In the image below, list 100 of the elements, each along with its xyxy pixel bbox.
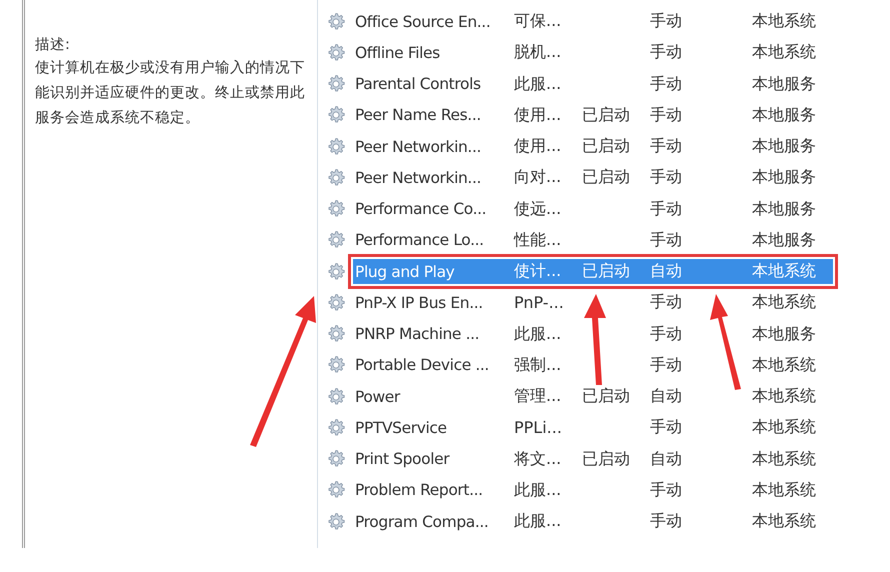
startup-type: 手动 — [650, 292, 683, 314]
gear-icon — [326, 418, 346, 438]
logon-account: 本地系统 — [752, 448, 817, 470]
service-row[interactable]: Print Spooler 将文... 已启动 自动 本地系统 — [353, 446, 833, 472]
service-name: PNRP Machine ... — [354, 325, 480, 344]
service-row[interactable]: Power 管理... 已启动 自动 本地系统 — [353, 384, 833, 410]
startup-type: 手动 — [650, 480, 683, 501]
service-name: Print Spooler — [354, 450, 451, 468]
service-status: 已启动 — [582, 104, 630, 124]
service-description: 使计... — [514, 261, 562, 282]
service-description: 使用... — [514, 104, 562, 126]
service-name: Office Source En... — [354, 12, 492, 31]
logon-account: 本地系统 — [752, 261, 817, 282]
startup-type: 手动 — [650, 11, 683, 32]
service-row[interactable]: Peer Name Res... 使用... 已启动 手动 本地服务 — [353, 102, 833, 128]
gear-icon — [326, 230, 346, 250]
logon-account: 本地服务 — [752, 230, 817, 251]
gear-icon — [326, 136, 346, 157]
gear-icon — [326, 168, 346, 188]
startup-type: 自动 — [650, 261, 683, 282]
startup-type: 自动 — [650, 386, 683, 408]
gear-icon — [326, 355, 346, 376]
logon-account: 本地系统 — [752, 354, 817, 376]
gear-icon — [326, 449, 346, 470]
service-row[interactable]: Performance Lo... 性能... 手动 本地服务 — [353, 228, 833, 253]
service-row[interactable]: PnP-X IP Bus En... PnP-... 手动 本地系统 — [353, 290, 833, 316]
startup-type: 手动 — [650, 511, 683, 532]
service-name: Offline Files — [354, 44, 441, 62]
service-status: 已启动 — [582, 136, 630, 156]
service-row[interactable]: Problem Report... 此服... 手动 本地系统 — [353, 478, 833, 503]
service-description: PnP-... — [514, 293, 565, 312]
service-row[interactable]: Parental Controls 此服... 手动 本地服务 — [353, 72, 833, 97]
logon-account: 本地服务 — [752, 104, 817, 126]
startup-type: 手动 — [650, 324, 683, 345]
service-row[interactable]: Portable Device ... 强制... 手动 本地系统 — [353, 352, 833, 378]
service-row[interactable]: Peer Networkin... 向对... 已启动 手动 本地服务 — [353, 165, 833, 190]
gear-icon — [326, 199, 346, 220]
logon-account: 本地系统 — [752, 480, 817, 501]
service-description: PPLi... — [514, 418, 563, 438]
service-row[interactable]: Performance Co... 使远... 手动 本地服务 — [353, 196, 833, 222]
startup-type: 手动 — [650, 417, 683, 438]
service-name: Peer Name Res... — [354, 106, 482, 124]
logon-account: 本地系统 — [752, 386, 817, 408]
startup-type: 手动 — [650, 167, 683, 188]
logon-account: 本地系统 — [752, 292, 817, 314]
logon-account: 本地系统 — [752, 511, 817, 532]
service-name: Parental Controls — [354, 75, 482, 94]
service-row[interactable]: Offline Files 脱机... 手动 本地系统 — [353, 40, 833, 66]
service-description: 强制... — [514, 354, 562, 376]
logon-account: 本地系统 — [752, 11, 817, 32]
service-name: Plug and Play — [354, 262, 456, 281]
service-name: Performance Co... — [354, 200, 488, 218]
service-name: Program Compa... — [354, 512, 490, 531]
startup-type: 手动 — [650, 42, 683, 64]
startup-type: 手动 — [650, 230, 683, 251]
logon-account: 本地系统 — [752, 42, 817, 64]
service-name: Performance Lo... — [354, 231, 485, 250]
service-description: 使远... — [514, 198, 562, 220]
service-status: 已启动 — [582, 386, 630, 406]
service-row[interactable]: Office Source En... 可保... 手动 本地系统 — [353, 9, 833, 34]
service-row[interactable]: Program Compa... 此服... 手动 本地系统 — [353, 509, 833, 534]
gear-icon — [326, 74, 346, 94]
service-name: PnP-X IP Bus En... — [354, 294, 484, 312]
service-description: 使用... — [514, 136, 562, 158]
service-name: Problem Report... — [354, 481, 484, 500]
gear-icon — [326, 292, 346, 313]
service-status: 已启动 — [582, 167, 630, 186]
gear-icon — [326, 386, 346, 407]
gear-icon — [326, 262, 346, 282]
service-description: 向对... — [514, 167, 562, 188]
startup-type: 手动 — [650, 354, 683, 376]
gear-icon — [326, 42, 346, 63]
service-description: 性能... — [514, 230, 562, 251]
service-row[interactable]: Peer Networkin... 使用... 已启动 手动 本地服务 — [353, 134, 833, 160]
service-status: 已启动 — [582, 261, 630, 280]
gear-icon — [326, 512, 346, 532]
gear-icon — [326, 12, 346, 32]
service-row[interactable]: PPTVService PPLi... 手动 本地系统 — [353, 415, 833, 440]
service-name: Peer Networkin... — [354, 168, 482, 187]
service-description: 此服... — [514, 480, 562, 501]
service-name: Portable Device ... — [354, 356, 490, 374]
service-description: 此服... — [514, 324, 562, 345]
logon-account: 本地服务 — [752, 324, 817, 345]
service-name: Peer Networkin... — [354, 138, 482, 156]
logon-account: 本地服务 — [752, 167, 817, 188]
service-description: 将文... — [514, 448, 562, 470]
startup-type: 手动 — [650, 136, 683, 158]
startup-type: 手动 — [650, 104, 683, 126]
service-status: 已启动 — [582, 448, 630, 468]
service-description: 此服... — [514, 511, 562, 532]
gear-icon — [326, 105, 346, 126]
logon-account: 本地系统 — [752, 417, 817, 438]
description-label: 描述: — [35, 36, 71, 55]
service-row[interactable]: PNRP Machine ... 此服... 手动 本地服务 — [353, 322, 833, 347]
startup-type: 手动 — [650, 198, 683, 220]
logon-account: 本地服务 — [752, 136, 817, 158]
description-text: 使计算机在极少或没有用户输入的情况下能识别并适应硬件的更改。终止或禁用此服务会造成系统不稳定。 — [35, 59, 305, 128]
service-description: 管理... — [514, 386, 562, 408]
gear-icon — [326, 480, 346, 500]
gear-icon — [326, 324, 346, 344]
